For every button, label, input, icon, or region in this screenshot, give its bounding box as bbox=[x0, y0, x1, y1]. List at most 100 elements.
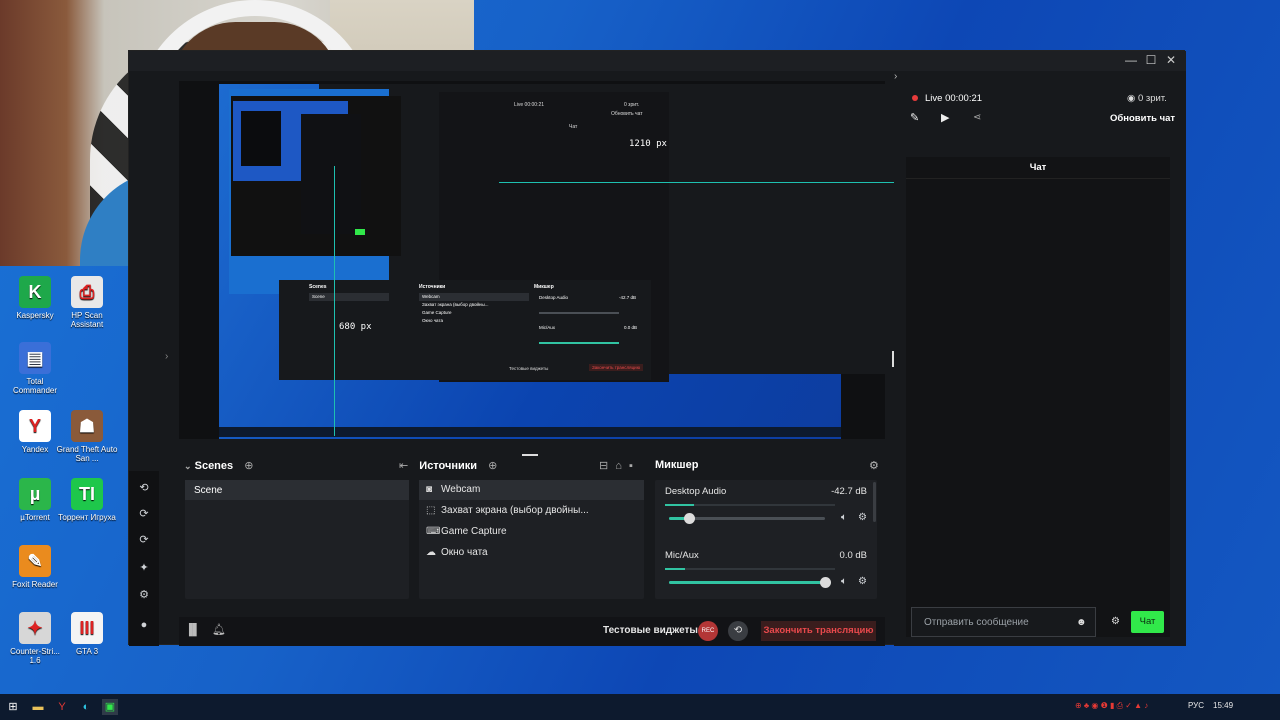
desktop-icon[interactable]: ☗ Grand Theft Auto San ... bbox=[56, 410, 118, 463]
taskbar: ⊞ ▬ Y ◐ ▣ ⊕ ♣ ◉ ❶ ▮ ⎙ ✓ ▲ ♪ РУС 15:49 bbox=[0, 694, 1280, 720]
source-label: Webcam bbox=[441, 484, 481, 495]
user-icon[interactable]: ● bbox=[137, 618, 151, 632]
tray-icons[interactable]: ⊕ ♣ ◉ ❶ ▮ ⎙ ✓ ▲ ♪ bbox=[1075, 701, 1148, 711]
nested-source-item: Окно чата bbox=[422, 318, 443, 323]
chat-panel: › Live 00:00:21 ◉ 0 зрит. ✎ ▶ ⋖ Обновить… bbox=[894, 71, 1186, 646]
mixer-panel: Desktop Audio -42.7 dB 🔈︎ ⚙ Mic/Aux 0.0 dB 🔈︎ ⚙ bbox=[655, 480, 877, 599]
width-overlay: 1210 px bbox=[629, 139, 667, 149]
close-button[interactable]: ✕ bbox=[1161, 53, 1181, 69]
nested-viewers: 0 зрит. bbox=[624, 102, 640, 108]
channel-settings-icon[interactable]: ⚙ bbox=[858, 576, 867, 587]
desktop-icon[interactable]: ⎙ HP Scan Assistant bbox=[56, 276, 118, 329]
start-icon[interactable]: ⊞ bbox=[5, 699, 21, 715]
channel-db: 0.0 dB bbox=[839, 550, 867, 561]
viewer-count: ◉ 0 зрит. bbox=[1127, 93, 1167, 104]
end-stream-button[interactable]: Закончить трансляцию bbox=[761, 621, 876, 641]
sources-title: Источники bbox=[419, 460, 478, 472]
source-item[interactable]: ☁ Окно чата bbox=[419, 543, 644, 563]
volume-slider[interactable] bbox=[669, 577, 831, 588]
streamlabs-icon[interactable]: ▣ bbox=[102, 699, 118, 715]
folder-icon[interactable]: ▪ bbox=[629, 460, 633, 472]
source-tools: ⊟ ⌂ ▪ bbox=[599, 459, 633, 472]
yandex-icon[interactable]: Y bbox=[54, 699, 70, 715]
nested-preview-3 bbox=[241, 111, 281, 166]
edge-icon[interactable]: ◐ bbox=[78, 699, 94, 715]
app-icon: ✎ bbox=[19, 545, 51, 577]
volume-slider[interactable] bbox=[669, 513, 825, 524]
highlighter-icon[interactable]: ✦ bbox=[137, 561, 151, 575]
source-item[interactable]: ⌨Game Capture bbox=[419, 522, 644, 542]
rec-button[interactable]: REC bbox=[698, 621, 718, 641]
edit-icon[interactable]: ✎ bbox=[910, 111, 919, 124]
themes-icon[interactable]: ⟳ bbox=[137, 507, 151, 521]
desktop-icon[interactable]: ▤ Total Commander bbox=[4, 342, 66, 395]
source-label: Окно чата bbox=[441, 547, 488, 558]
nested-mic-db: 0.0 dB bbox=[624, 325, 638, 330]
keyboard-language[interactable]: РУС bbox=[1188, 701, 1204, 710]
test-widgets-label[interactable]: Тестовые виджеты bbox=[603, 625, 698, 636]
explorer-icon[interactable]: ▬ bbox=[30, 699, 46, 715]
desktop-icon[interactable]: III GTA 3 bbox=[56, 612, 118, 656]
source-item[interactable]: ◙ Webcam bbox=[419, 480, 644, 500]
nested-desktop-audio: Desktop Audio bbox=[539, 295, 569, 300]
emoji-icon[interactable]: ☻ bbox=[1076, 617, 1087, 628]
app-icon: Y bbox=[19, 410, 51, 442]
mixer-settings-icon[interactable]: ⚙ bbox=[869, 459, 879, 472]
channel-name: Mic/Aux bbox=[665, 550, 699, 561]
stats-icon[interactable]: ▐▌ bbox=[185, 624, 201, 636]
add-scene-button[interactable]: ⊕ bbox=[244, 460, 253, 472]
dock-resize-handle[interactable] bbox=[522, 454, 538, 456]
source-item[interactable]: ⬚ Захват экрана (выбор двойны... bbox=[419, 501, 644, 521]
collapse-icon[interactable]: ⌄ bbox=[184, 461, 192, 471]
sources-panel: ◙ Webcam ⬚ Захват экрана (выбор двойны... ⌨G… bbox=[419, 480, 644, 599]
nested-desktop: Live 00:00:21 0 зрит. Обновить чат Чат О… bbox=[219, 84, 919, 439]
channel-settings-icon[interactable]: ⚙ bbox=[858, 512, 867, 523]
title-bar[interactable]: — ☐ ✕ bbox=[129, 51, 1186, 71]
group-icon[interactable]: ⊟ bbox=[599, 460, 608, 472]
mute-icon[interactable]: 🔈︎ bbox=[841, 576, 847, 587]
nested-taskbar bbox=[219, 427, 841, 437]
nested-sources-list: Webcam Захват экрана (выбор двойны... Game… bbox=[419, 293, 529, 325]
desktop-icon[interactable]: TI Торрент Игруха bbox=[56, 478, 118, 522]
nested-test-widgets: Тестовые виджеты bbox=[509, 366, 549, 371]
expand-left-icon[interactable]: › bbox=[165, 351, 168, 362]
lock-icon[interactable]: ⌂ bbox=[615, 460, 622, 472]
desktop-icon[interactable]: ✎ Foxit Reader bbox=[4, 545, 66, 589]
collapse-chat-icon[interactable]: › bbox=[894, 71, 897, 82]
height-overlay: 680 px bbox=[339, 322, 372, 332]
minimize-button[interactable]: — bbox=[1121, 53, 1141, 69]
chat-icon: ☁ bbox=[426, 547, 436, 558]
chat-input[interactable]: Отправить сообщение bbox=[911, 607, 1096, 637]
replay-buffer-icon[interactable]: ⟲ bbox=[728, 621, 748, 641]
chat-resize-handle[interactable] bbox=[892, 351, 894, 367]
refresh-chat-button[interactable]: Обновить чат bbox=[1110, 113, 1175, 124]
scene-item[interactable]: Scene bbox=[185, 480, 409, 500]
volume-knob[interactable] bbox=[820, 577, 831, 588]
app-icon: K bbox=[19, 276, 51, 308]
nested-mic-slider bbox=[539, 342, 619, 344]
maximize-button[interactable]: ☐ bbox=[1141, 53, 1161, 69]
collapse-sources-icon[interactable]: ⇤ bbox=[399, 460, 408, 472]
live-timer: Live 00:00:21 bbox=[925, 93, 983, 104]
desktop-icon-label: Foxit Reader bbox=[12, 580, 58, 589]
editor-icon[interactable]: ⟲ bbox=[137, 481, 151, 495]
clock[interactable]: 15:49 bbox=[1213, 701, 1233, 710]
chat-settings-icon[interactable]: ⚙ bbox=[1111, 616, 1120, 627]
add-source-button[interactable]: ⊕ bbox=[488, 460, 497, 472]
share-icon[interactable]: ⋖ bbox=[973, 112, 981, 123]
notifications-icon[interactable]: 🔔︎ bbox=[212, 623, 226, 636]
streamlabs-window: — ☐ ✕ ⟲ ⟳ ⟳ ✦ ⚙ ● › Live 00:00:21 0 зрит bbox=[128, 50, 1186, 646]
nested-source-item: Webcam bbox=[419, 293, 529, 301]
nested-preview-2 bbox=[231, 96, 401, 256]
video-icon[interactable]: ▶ bbox=[941, 111, 949, 124]
volume-knob[interactable] bbox=[684, 513, 696, 524]
settings-icon[interactable]: ⚙ bbox=[137, 588, 151, 602]
camera-icon: ◙ bbox=[426, 484, 433, 495]
channel-name: Desktop Audio bbox=[665, 486, 727, 497]
app-store-icon[interactable]: ⟳ bbox=[137, 533, 151, 547]
mute-icon[interactable]: 🔈︎ bbox=[841, 512, 847, 523]
mixer-scrollbar[interactable] bbox=[873, 482, 876, 522]
chat-send-button[interactable]: Чат bbox=[1131, 611, 1164, 633]
level-meter-fill bbox=[665, 504, 694, 506]
app-icon: ✦ bbox=[19, 612, 51, 644]
